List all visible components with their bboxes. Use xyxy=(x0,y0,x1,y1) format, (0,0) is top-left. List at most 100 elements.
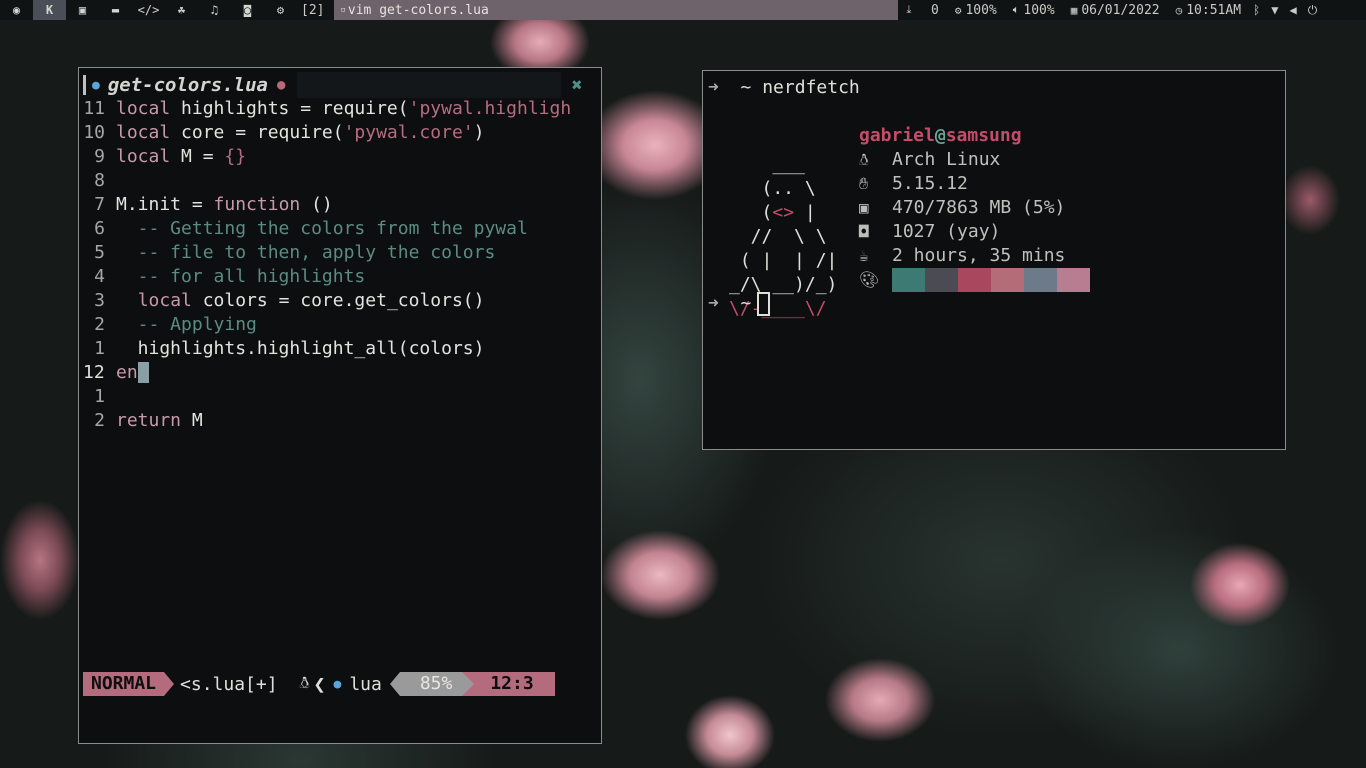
code-line[interactable]: 1 highlights.highlight_all(colors) xyxy=(79,337,601,361)
system-tray: ᛒ ▼ ◀ ⏻ xyxy=(1253,3,1317,18)
color-swatch xyxy=(1057,268,1090,292)
code-token: return xyxy=(116,410,182,431)
volume-module[interactable]: 🔈︎ 100% xyxy=(1013,3,1055,18)
code-token: ) xyxy=(473,122,485,143)
line-text: local M = {} xyxy=(116,145,246,169)
downloads-module[interactable]: ⤓ 0 xyxy=(906,3,938,18)
volume-icon[interactable]: ◀ xyxy=(1289,3,1296,17)
hostname: samsung xyxy=(945,125,1022,146)
vim-window[interactable]: ● get-colors.lua ● ✖ 1 1 local highlights … xyxy=(78,67,602,744)
clock-icon: ◷ xyxy=(1175,3,1183,17)
line-number: 10 xyxy=(83,122,105,143)
prompt-dir: ~ xyxy=(740,77,752,98)
code-line[interactable]: 8 xyxy=(79,169,601,193)
coffee-icon: ☕︎ xyxy=(859,246,869,265)
color-swatch xyxy=(892,268,925,292)
line-number: 7 xyxy=(94,194,105,215)
prompt-arrow: ➜ xyxy=(708,293,719,314)
code-token: 'pywal.highligh xyxy=(408,98,572,119)
status-filetype: ● lua xyxy=(333,674,381,695)
line-number: 5 xyxy=(94,242,105,263)
workspace-settings[interactable]: ⚙ xyxy=(264,0,297,20)
time-module[interactable]: ◷ 10:51AM xyxy=(1176,3,1241,18)
line-number: 12 xyxy=(83,362,105,383)
code-token: highlights = require( xyxy=(170,98,409,119)
line-text: -- file to then, apply the colors xyxy=(116,241,496,265)
close-icon[interactable]: ✖ xyxy=(561,74,593,96)
command-text: nerdfetch xyxy=(762,77,860,98)
code-line[interactable]: 6 -- Getting the colors from the pywal xyxy=(79,217,601,241)
code-area[interactable]: 1 1 local highlights = require('pywal.high… xyxy=(79,97,601,433)
workspace-discord[interactable]: ◙ xyxy=(231,0,264,20)
kernel-icon: ✋︎ xyxy=(859,174,869,193)
status-separator: ❮ xyxy=(313,672,326,696)
tab-get-colors[interactable]: ● get-colors.lua ● xyxy=(92,72,292,98)
date-module[interactable]: ▦ 06/01/2022 xyxy=(1071,3,1160,18)
code-token: highlights.highlight_all(colors) xyxy=(116,338,485,359)
code-token: local xyxy=(116,122,171,143)
ascii-line: // \ \ xyxy=(729,226,827,247)
chip-icon: ▣ xyxy=(859,198,869,217)
code-token: -- Getting the colors from the pywal xyxy=(116,218,528,239)
uptime-value: 2 hours, 35 mins xyxy=(892,245,1066,266)
download-icon: ⤓ xyxy=(906,3,912,16)
line-number: 4 xyxy=(94,266,105,287)
color-swatch xyxy=(991,268,1024,292)
workspace-chat[interactable]: ☘ xyxy=(165,0,198,20)
code-icon: </> xyxy=(137,3,160,17)
code-line[interactable]: 7 M.init = function () xyxy=(79,193,601,217)
username: gabriel xyxy=(859,125,935,146)
color-swatches xyxy=(892,268,1090,292)
code-line[interactable]: 10 local core = require('pywal.core') xyxy=(79,121,601,145)
kernel-value: 5.15.12 xyxy=(892,173,968,194)
workspace-code[interactable]: </> xyxy=(132,0,165,20)
code-line[interactable]: 11 local highlights = require('pywal.high… xyxy=(79,97,601,121)
workspace-arch[interactable]: ◉ xyxy=(0,0,33,20)
code-line[interactable]: 9 local M = {} xyxy=(79,145,601,169)
line-text: -- for all highlights xyxy=(116,265,366,289)
code-token: -- file to then, apply the colors xyxy=(116,242,496,263)
code-token: local xyxy=(137,290,192,311)
workspace-music[interactable]: ♫ xyxy=(198,0,231,20)
code-token: core = require( xyxy=(170,122,344,143)
prompt-dir: ~ xyxy=(740,293,752,314)
code-line[interactable]: 12 en xyxy=(79,361,601,385)
cpu-icon: ⚙ xyxy=(954,3,962,17)
power-icon[interactable]: ⏻ xyxy=(1308,3,1318,18)
ascii-line: ___ xyxy=(729,154,805,175)
line-number: 1 xyxy=(94,338,105,359)
ascii-line: (.. \ xyxy=(729,178,816,199)
workspace-1[interactable]: K xyxy=(33,0,66,20)
code-line[interactable]: 2 -- Applying xyxy=(79,313,601,337)
uptime-row: ☕︎ 2 hours, 35 mins xyxy=(859,244,1090,268)
code-line[interactable]: 3 local colors = core.get_colors() xyxy=(79,289,601,313)
wifi-icon[interactable]: ▼ xyxy=(1271,3,1278,17)
line-text: local core = require('pywal.core') xyxy=(116,121,484,145)
code-token: 'pywal.core' xyxy=(343,122,474,143)
music-icon: ♫ xyxy=(210,3,219,17)
prompt-arrow: ➜ xyxy=(708,77,719,98)
vim-statusline: NORMAL <s.lua[+] 🐧︎ ❮ ● lua 85% 12:3 xyxy=(83,672,589,696)
code-line[interactable]: 2 return M xyxy=(79,409,601,433)
modified-indicator: ● xyxy=(276,77,286,93)
code-line[interactable]: 1 xyxy=(79,385,601,409)
workspace-files[interactable]: ▬ xyxy=(99,0,132,20)
code-line[interactable]: 4 -- for all highlights xyxy=(79,265,601,289)
people-icon: ☘ xyxy=(177,3,186,17)
workspace-terminal[interactable]: ▣ xyxy=(66,0,99,20)
code-token: M xyxy=(181,410,203,431)
line-text: -- Applying xyxy=(116,313,257,337)
code-token: -- Applying xyxy=(116,314,257,335)
status-filename: <s.lua[+] xyxy=(180,673,278,695)
terminal-window[interactable]: ➜ ~ nerdfetch ___ (.. \ (<> | // \ \ ( |… xyxy=(702,70,1286,450)
window-title-text: vim get-colors.lua xyxy=(347,2,489,18)
lua-icon: ● xyxy=(92,77,100,93)
bluetooth-icon[interactable]: ᛒ xyxy=(1253,3,1260,17)
code-token: local xyxy=(116,146,171,167)
code-line[interactable]: 5 -- file to then, apply the colors xyxy=(79,241,601,265)
user-host-row: gabriel @ samsung xyxy=(859,124,1090,148)
line-text: M.init = function () xyxy=(116,193,333,217)
package-icon: ◘ xyxy=(859,222,869,241)
cpu-module[interactable]: ⚙ 100% xyxy=(955,3,997,18)
packages-row: ◘ 1027 (yay) xyxy=(859,220,1090,244)
